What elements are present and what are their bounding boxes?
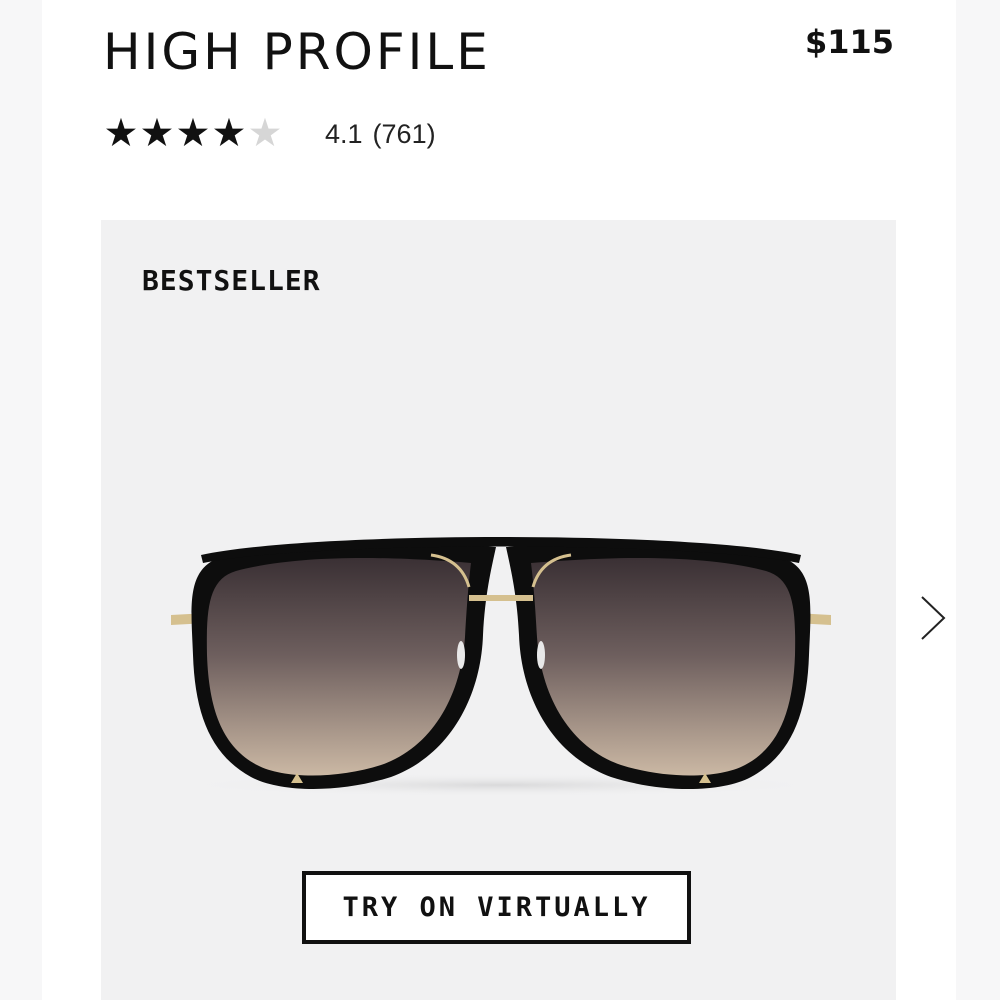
product-page: HIGH PROFILE $115 ★ ★ ★ ★ ★ 4.1 (761) BE… (0, 0, 1000, 1000)
product-title: HIGH PROFILE (103, 23, 491, 81)
product-image-card[interactable]: BESTSELLER TRY ON VIRTUALLY (101, 220, 896, 1000)
try-on-virtually-button[interactable]: TRY ON VIRTUALLY (302, 871, 691, 944)
rating-summary[interactable]: ★ ★ ★ ★ ★ 4.1 (761) (103, 112, 436, 156)
bestseller-badge: BESTSELLER (142, 264, 321, 297)
right-gutter (956, 0, 1000, 1000)
star-icon: ★ (103, 112, 139, 155)
left-gutter (0, 0, 42, 1000)
star-empty-icon: ★ (247, 112, 283, 155)
star-icon: ★ (211, 112, 247, 155)
review-count[interactable]: (761) (373, 119, 436, 150)
star-rating: ★ ★ ★ ★ ★ (103, 112, 283, 156)
product-price: $115 (804, 23, 894, 61)
star-icon: ★ (175, 112, 211, 155)
rating-value: 4.1 (325, 118, 363, 149)
star-icon: ★ (139, 112, 175, 155)
aviator-sunglasses-image (171, 537, 831, 797)
chevron-right-icon[interactable] (916, 593, 950, 643)
